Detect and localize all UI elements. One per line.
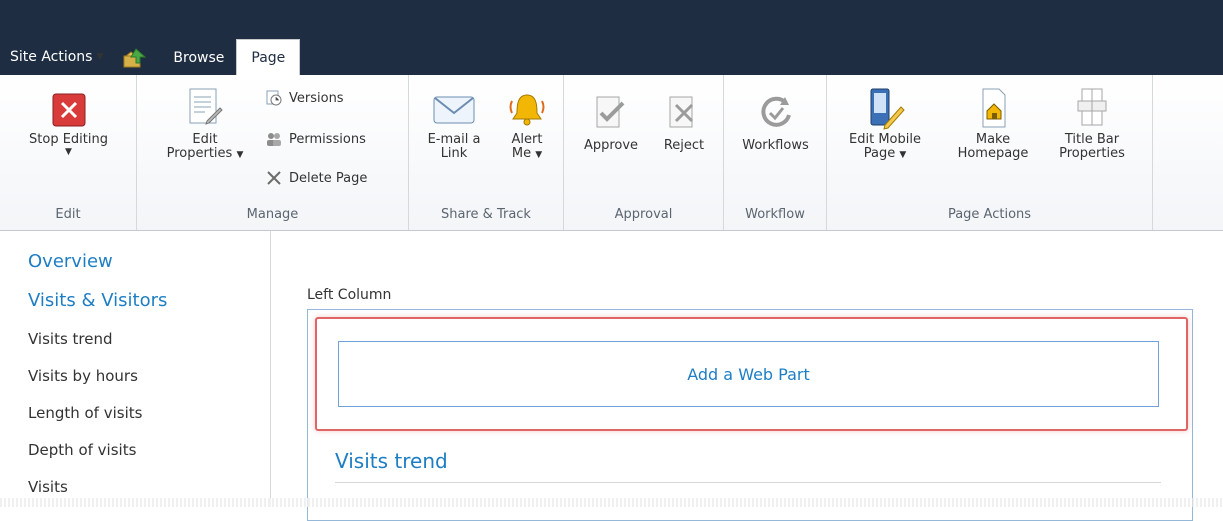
- bell-icon: [509, 94, 545, 126]
- web-part-divider: [335, 482, 1161, 483]
- approve-button[interactable]: Approve: [576, 93, 646, 153]
- email-link-button[interactable]: E-mail a Link: [419, 93, 489, 161]
- left-column-label: Left Column: [307, 287, 392, 303]
- email-label-1: E-mail a: [427, 132, 481, 147]
- make-homepage-label-2: Homepage: [957, 146, 1029, 161]
- chevron-down-icon: ▼: [535, 150, 543, 160]
- group-label-page-actions: Page Actions: [947, 207, 1032, 222]
- stop-editing-icon: [52, 93, 85, 127]
- edit-properties-button[interactable]: Edit Properties ▼: [149, 87, 261, 162]
- edit-properties-label-2-text: Properties: [166, 146, 233, 161]
- reject-button[interactable]: Reject: [652, 93, 716, 153]
- title-bar-properties-icon: [1077, 88, 1107, 126]
- group-workflow: Workflows Workflow: [724, 75, 827, 230]
- permissions-icon: [267, 133, 281, 146]
- versions-button[interactable]: Versions: [265, 89, 344, 107]
- group-share-track: E-mail a Link Alert Me ▼ Share & Track: [409, 75, 564, 230]
- group-label-manage: Manage: [246, 207, 299, 222]
- sidebar-item-visits[interactable]: Visits: [28, 478, 68, 496]
- stop-editing-label: Stop Editing: [29, 132, 108, 147]
- group-edit: Stop Editing ▼ Edit: [0, 75, 137, 230]
- torn-edge-decoration: [0, 498, 1223, 507]
- stop-editing-button[interactable]: Stop Editing ▼: [10, 93, 127, 157]
- edit-properties-label-2: Properties ▼: [149, 147, 261, 162]
- edit-properties-icon: [189, 88, 223, 125]
- approve-label: Approve: [583, 138, 639, 153]
- sidebar-item-visits-visitors[interactable]: Visits & Visitors: [28, 290, 167, 311]
- chevron-down-icon: ▼: [899, 150, 907, 160]
- chevron-down-icon: ▼: [96, 52, 104, 62]
- sidebar-item-overview[interactable]: Overview: [28, 251, 113, 272]
- top-bar: Site Actions ▼ Browse Page: [0, 0, 1223, 75]
- ribbon: Stop Editing ▼ Edit Edit Properties ▼ Ve…: [0, 75, 1223, 231]
- tab-page[interactable]: Page: [236, 39, 301, 75]
- delete-page-label: Delete Page: [289, 170, 368, 186]
- group-label-approval: Approval: [614, 207, 673, 222]
- versions-label: Versions: [289, 90, 344, 106]
- alert-me-button[interactable]: Alert Me ▼: [497, 89, 557, 162]
- permissions-label: Permissions: [289, 131, 366, 147]
- sidebar-item-visits-trend[interactable]: Visits trend: [28, 330, 113, 348]
- email-label-2: Link: [440, 146, 468, 161]
- edit-mobile-page-button[interactable]: Edit Mobile Page ▼: [835, 87, 935, 162]
- title-bar-properties-button[interactable]: Title Bar Properties: [1041, 87, 1143, 161]
- sidebar-item-length-of-visits[interactable]: Length of visits: [28, 404, 142, 422]
- web-part-title[interactable]: Visits trend: [335, 449, 448, 473]
- reject-icon: [669, 96, 694, 128]
- alert-label-2: Me ▼: [497, 147, 557, 162]
- site-actions-menu[interactable]: Site Actions ▼: [0, 49, 113, 75]
- sidebar-item-depth-of-visits[interactable]: Depth of visits: [28, 441, 136, 459]
- group-label-share-track: Share & Track: [441, 207, 531, 222]
- home-page-icon: [982, 88, 1006, 128]
- title-bar-label-1: Title Bar: [1064, 132, 1120, 147]
- group-page-actions: Edit Mobile Page ▼ Make Homepage Title B…: [827, 75, 1153, 230]
- mobile-edit-icon: [870, 88, 905, 130]
- alert-label-1: Alert: [511, 132, 543, 147]
- delete-icon: [267, 171, 281, 185]
- group-approval: Approve Reject Approval: [564, 75, 724, 230]
- site-actions-label: Site Actions: [10, 49, 93, 65]
- chevron-down-icon: ▼: [65, 147, 72, 157]
- workflows-label: Workflows: [742, 138, 809, 153]
- make-homepage-label-1: Make: [975, 132, 1011, 147]
- title-bar-label-2: Properties: [1059, 146, 1125, 161]
- email-icon: [433, 96, 475, 124]
- group-manage: Edit Properties ▼ Versions Permissions D…: [137, 75, 409, 230]
- add-web-part-button[interactable]: Add a Web Part: [338, 341, 1159, 407]
- approve-icon: [596, 96, 625, 128]
- alert-label-2-text: Me: [511, 146, 532, 161]
- workflow-icon: [760, 96, 791, 127]
- permissions-button[interactable]: Permissions: [265, 130, 366, 148]
- left-navigation: Overview Visits & Visitors Visits trend …: [0, 231, 271, 507]
- edit-properties-label-1: Edit: [192, 132, 218, 147]
- edit-mobile-label-2: Page ▼: [835, 147, 935, 162]
- navigate-up-icon[interactable]: [123, 47, 147, 69]
- edit-mobile-label-2-text: Page: [863, 146, 896, 161]
- delete-page-button[interactable]: Delete Page: [265, 169, 367, 187]
- edit-mobile-label-1: Edit Mobile: [849, 132, 921, 147]
- chevron-down-icon: ▼: [236, 150, 244, 160]
- versions-icon: [266, 90, 282, 106]
- ribbon-tabs: Site Actions ▼ Browse Page: [0, 39, 301, 75]
- group-label-edit: Edit: [55, 207, 81, 222]
- make-homepage-button[interactable]: Make Homepage: [947, 87, 1039, 161]
- tab-browse[interactable]: Browse: [161, 50, 236, 75]
- workflows-button[interactable]: Workflows: [734, 93, 817, 153]
- group-label-workflow: Workflow: [745, 207, 805, 222]
- reject-label: Reject: [663, 138, 705, 153]
- sidebar-item-visits-by-hours[interactable]: Visits by hours: [28, 367, 138, 385]
- main-content: Left Column Add a Web Part Visits trend: [271, 231, 1223, 521]
